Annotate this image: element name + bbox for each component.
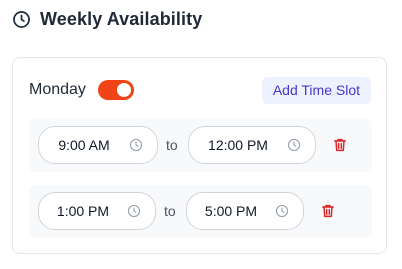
to-separator: to: [166, 137, 178, 153]
section-title: Weekly Availability: [40, 8, 203, 29]
start-time-input[interactable]: 9:00 AM: [38, 126, 158, 164]
clock-icon: [275, 204, 289, 218]
to-separator: to: [164, 203, 176, 219]
section-header: Weekly Availability: [12, 7, 202, 31]
clock-icon: [127, 204, 141, 218]
start-time-value: 9:00 AM: [58, 137, 110, 153]
availability-card: Monday Add Time Slot 9:00 AM to 12:00 PM: [12, 57, 387, 254]
end-time-value: 5:00 PM: [204, 203, 258, 219]
clock-icon: [129, 138, 143, 152]
end-time-input[interactable]: 12:00 PM: [188, 126, 316, 164]
toggle-knob: [116, 83, 131, 97]
start-time-value: 1:00 PM: [56, 203, 110, 219]
end-time-value: 12:00 PM: [208, 137, 268, 153]
day-label: Monday: [29, 81, 86, 98]
day-enabled-toggle[interactable]: [97, 80, 134, 100]
clock-icon: [12, 10, 31, 29]
clock-icon: [287, 138, 301, 152]
trash-icon[interactable]: [320, 203, 336, 219]
time-slot-row: 9:00 AM to 12:00 PM: [29, 119, 372, 172]
day-row-monday: Monday Add Time Slot: [29, 76, 371, 104]
time-slot-row: 1:00 PM to 5:00 PM: [29, 185, 372, 238]
end-time-input[interactable]: 5:00 PM: [186, 192, 304, 230]
trash-icon[interactable]: [332, 137, 348, 153]
start-time-input[interactable]: 1:00 PM: [38, 192, 156, 230]
add-time-slot-button[interactable]: Add Time Slot: [261, 76, 371, 104]
